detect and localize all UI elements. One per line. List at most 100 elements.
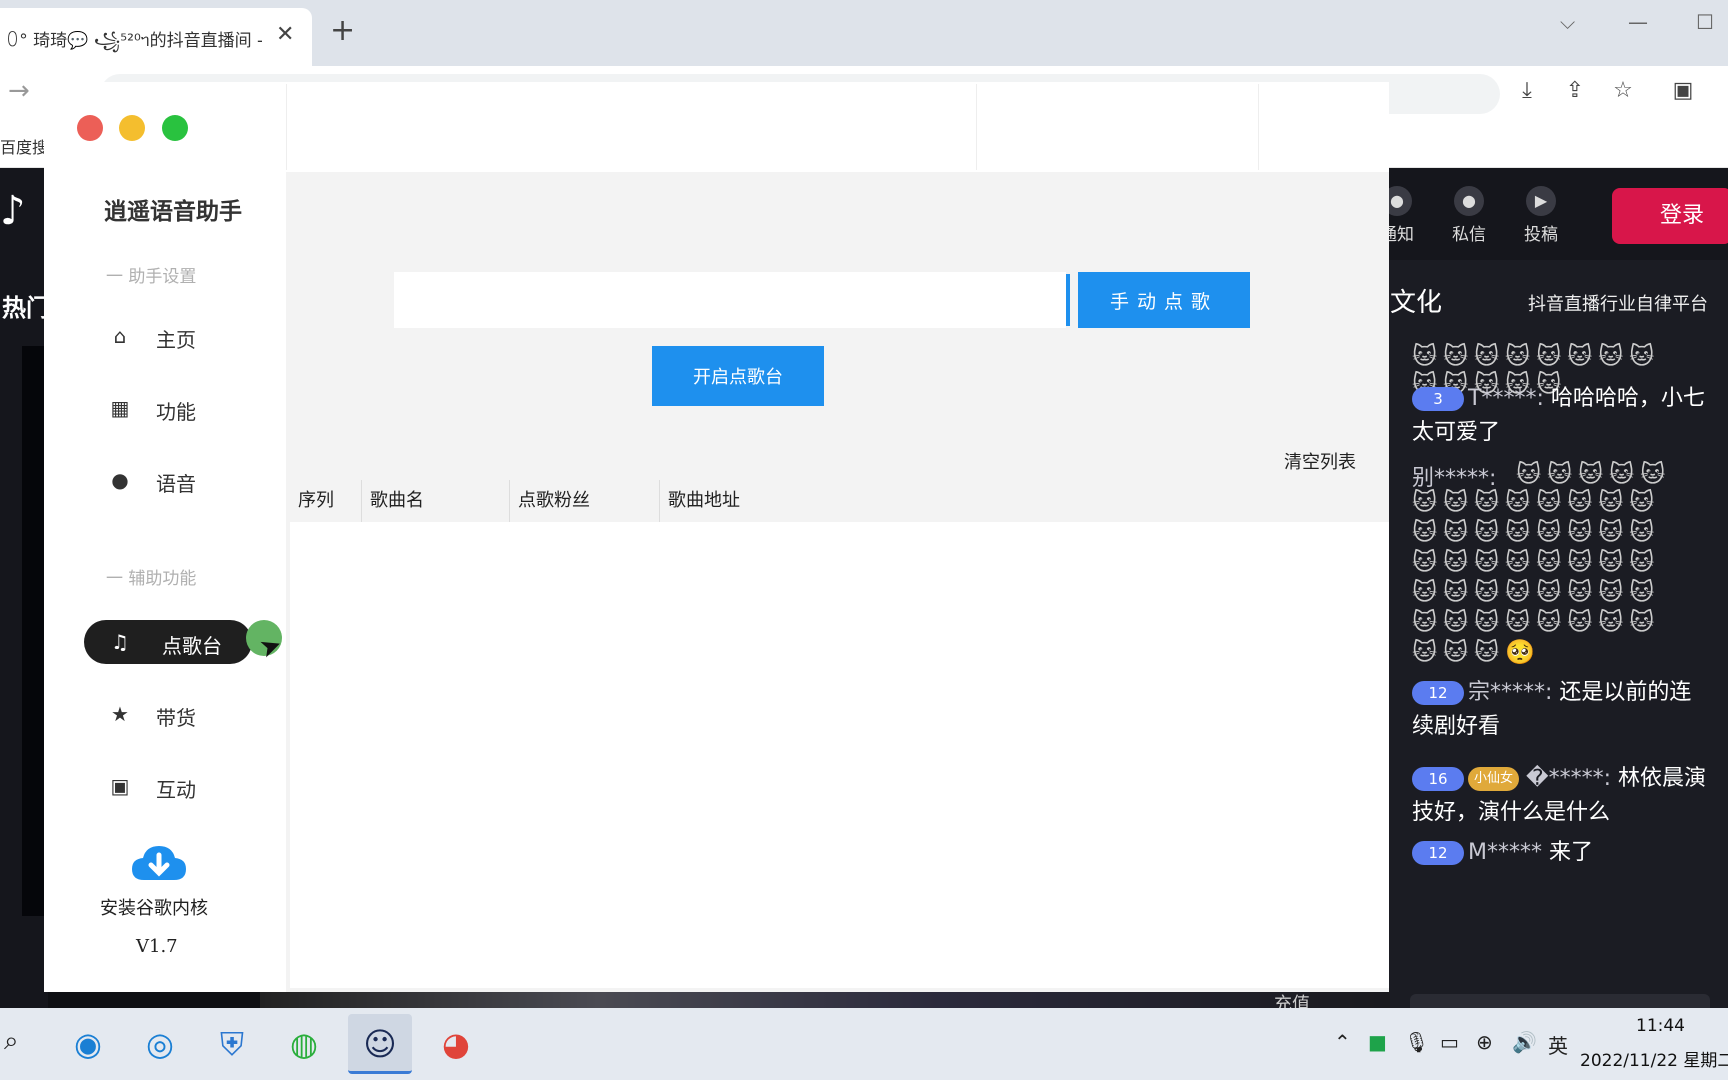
qq-browser-icon[interactable]: ◎ bbox=[128, 1014, 192, 1074]
section-auxiliary: 一 辅助功能 bbox=[106, 569, 197, 589]
column-header-requester[interactable]: 点歌粉丝 bbox=[510, 480, 660, 522]
nav-label: 语音 bbox=[156, 472, 196, 496]
close-window-button[interactable] bbox=[77, 115, 103, 141]
song-name-input[interactable] bbox=[394, 272, 1066, 328]
clock-date[interactable]: 2022/11/22 星期二 bbox=[1580, 1046, 1728, 1071]
microphone-icon[interactable]: 🎙 bbox=[1404, 1030, 1429, 1054]
douyin-nav-upload[interactable]: ▶ 投稿 bbox=[1516, 186, 1566, 245]
star-icon: ★ bbox=[111, 702, 129, 726]
nav-label: 功能 bbox=[156, 400, 196, 424]
browser-tab-strip: ꄲ° 琦琦💬 ꧁⁵²⁰ᥐ的抖音直播间 - ✕ + ⌵ — ☐ bbox=[0, 0, 1728, 66]
douyin-logo-icon[interactable]: ♪ bbox=[0, 188, 44, 238]
upload-icon: ▶ bbox=[1526, 186, 1556, 216]
app-title: 逍遥语音助手 bbox=[104, 199, 242, 225]
volume-icon[interactable]: 🔊 bbox=[1512, 1030, 1537, 1054]
chat-header-notice[interactable]: 抖音直播行业自律平台 bbox=[1528, 290, 1708, 316]
douyin-login-button[interactable]: 登录 bbox=[1612, 188, 1728, 244]
grid-icon: ▦ bbox=[110, 396, 130, 420]
bookmark-item[interactable]: 百度搜 bbox=[0, 134, 48, 158]
chat-bubble-icon: ● bbox=[111, 468, 129, 492]
level-badge: 16 bbox=[1412, 767, 1464, 791]
voice-assistant-app-icon[interactable]: ☺ bbox=[348, 1014, 412, 1074]
forward-arrow-icon[interactable]: → bbox=[8, 76, 30, 106]
chat-emoji-row: 🐱🐱🐱🐱🐱🐱🐱🐱 bbox=[1412, 548, 1661, 576]
song-table-header: 序列 歌曲名 点歌粉丝 歌曲地址 bbox=[290, 480, 1389, 522]
manual-request-button[interactable]: 手动点歌 bbox=[1078, 272, 1250, 328]
douyin-nav-label: 投稿 bbox=[1524, 225, 1558, 245]
nav-interaction[interactable]: ▣ 互动 bbox=[84, 764, 262, 808]
song-table-body bbox=[290, 522, 1389, 988]
titlebar-divider bbox=[286, 84, 287, 170]
tray-expand-icon[interactable]: ⌃ bbox=[1334, 1030, 1351, 1054]
browser-tab[interactable]: ꄲ° 琦琦💬 ꧁⁵²⁰ᥐ的抖音直播间 - ✕ bbox=[0, 8, 312, 66]
level-badge: 12 bbox=[1412, 681, 1464, 705]
share-icon[interactable]: ⇪ bbox=[1562, 78, 1588, 104]
new-tab-button[interactable]: + bbox=[330, 16, 355, 46]
nav-song-request[interactable]: ♫ 点歌台 bbox=[84, 620, 252, 664]
column-header-song-url[interactable]: 歌曲地址 bbox=[660, 480, 960, 522]
chrome-icon[interactable]: ◕ bbox=[424, 1014, 488, 1074]
chat-user: M***** bbox=[1468, 840, 1542, 865]
level-badge: 12 bbox=[1412, 841, 1464, 865]
network-icon[interactable]: ⊕ bbox=[1476, 1030, 1493, 1054]
wechat-icon[interactable]: ◍ bbox=[272, 1014, 336, 1074]
open-song-request-button[interactable]: 开启点歌台 bbox=[652, 346, 824, 406]
fan-badge: 小仙女 bbox=[1468, 767, 1520, 791]
chat-emoji-row: 🐱🐱🐱🐱🐱🐱🐱🐱 bbox=[1412, 488, 1661, 516]
tray-app-icon[interactable]: ■ bbox=[1368, 1030, 1387, 1054]
install-chrome-kernel-label[interactable]: 安装谷歌内核 bbox=[100, 894, 208, 920]
chat-emoji-row: 🐱🐱🐱🥺 bbox=[1412, 638, 1541, 666]
nav-label: 带货 bbox=[156, 706, 196, 730]
chat-user: T*****: bbox=[1468, 386, 1544, 411]
nav-label: 主页 bbox=[156, 328, 196, 352]
douyin-recommend-strip bbox=[260, 990, 1390, 1010]
edge-browser-icon[interactable]: ◉ bbox=[56, 1014, 120, 1074]
input-focus-bar bbox=[1066, 274, 1070, 326]
app-titlebar bbox=[44, 82, 1389, 172]
home-icon: ⌂ bbox=[113, 324, 127, 348]
tab-close-icon[interactable]: ✕ bbox=[276, 22, 294, 47]
douyin-video-area bbox=[22, 346, 46, 916]
tab-title: ꄲ° 琦琦💬 ꧁⁵²⁰ᥐ的抖音直播间 - bbox=[6, 31, 262, 51]
side-panel-icon[interactable]: ▣ bbox=[1670, 78, 1696, 104]
chat-emoji-row: 🐱🐱🐱🐱🐱🐱🐱🐱 bbox=[1412, 518, 1661, 546]
search-icon[interactable]: ⌕ bbox=[4, 1026, 19, 1057]
cloud-download-icon[interactable] bbox=[130, 842, 188, 884]
bookmark-star-icon[interactable]: ☆ bbox=[1610, 78, 1636, 104]
wallet-icon: ▣ bbox=[110, 774, 130, 798]
chat-emoji-row: 🐱🐱🐱🐱🐱🐱🐱🐱 bbox=[1412, 578, 1661, 606]
tab-search-chevron-icon[interactable]: ⌵ bbox=[1560, 10, 1575, 34]
column-header-song-name[interactable]: 歌曲名 bbox=[362, 480, 510, 522]
chat-user: 宗*****: bbox=[1468, 680, 1553, 705]
column-header-index[interactable]: 序列 bbox=[290, 480, 362, 522]
section-assistant-settings: 一 助手设置 bbox=[106, 267, 197, 287]
nav-sales[interactable]: ★ 带货 bbox=[84, 692, 262, 736]
song-request-panel: 手动点歌 开启点歌台 清空列表 序列 歌曲名 点歌粉丝 歌曲地址 bbox=[286, 172, 1389, 992]
chat-emoji-row: 🐱🐱🐱🐱🐱🐱🐱🐱 bbox=[1412, 342, 1661, 370]
display-icon[interactable]: ▭ bbox=[1440, 1030, 1459, 1054]
douyin-hot-label[interactable]: 热门 bbox=[2, 288, 50, 323]
level-badge: 3 bbox=[1412, 387, 1464, 411]
minimize-icon[interactable]: — bbox=[1628, 10, 1648, 34]
chat-emoji-row: 🐱🐱🐱🐱🐱🐱🐱🐱 bbox=[1412, 608, 1661, 636]
chat-text: 来了 bbox=[1548, 840, 1593, 865]
ime-indicator[interactable]: 英 bbox=[1548, 1030, 1568, 1059]
security-shield-icon[interactable]: ⛨ bbox=[200, 1014, 264, 1074]
chat-message: 3 T*****: 哈哈哈哈，小七太可爱了 bbox=[1412, 382, 1712, 450]
clock-time[interactable]: 11:44 bbox=[1636, 1016, 1685, 1036]
chat-user: �*****: bbox=[1526, 766, 1611, 791]
maximize-icon[interactable]: ☐ bbox=[1696, 10, 1714, 34]
douyin-nav-messages[interactable]: ● 私信 bbox=[1444, 186, 1494, 245]
titlebar-divider bbox=[976, 84, 977, 170]
install-app-icon[interactable]: ⤓ bbox=[1514, 78, 1540, 104]
chat-message: 12 M***** 来了 bbox=[1412, 836, 1712, 870]
minimize-window-button[interactable] bbox=[119, 115, 145, 141]
nav-voice[interactable]: ● 语音 bbox=[84, 458, 262, 502]
zoom-window-button[interactable] bbox=[162, 115, 188, 141]
nav-features[interactable]: ▦ 功能 bbox=[84, 386, 262, 430]
douyin-nav-label: 私信 bbox=[1452, 225, 1486, 245]
chat-message: 16 小仙女 �*****: 林依晨演技好，演什么是什么 bbox=[1412, 762, 1712, 830]
nav-label: 互动 bbox=[156, 778, 196, 802]
nav-home[interactable]: ⌂ 主页 bbox=[84, 314, 262, 358]
clear-list-button[interactable]: 清空列表 bbox=[1284, 448, 1356, 474]
